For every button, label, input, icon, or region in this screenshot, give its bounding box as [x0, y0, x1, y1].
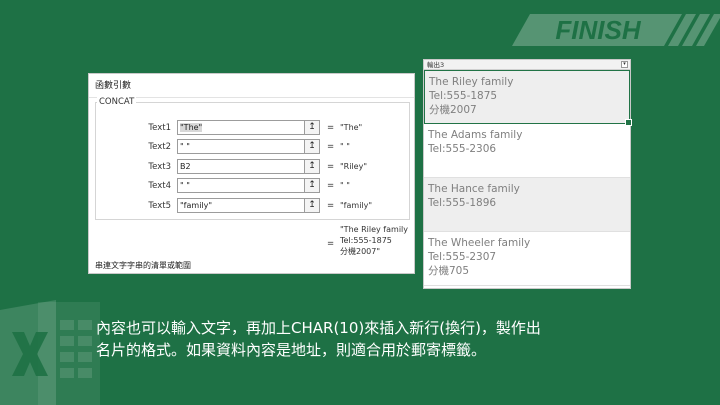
cell-line: Tel:555-2306	[428, 143, 497, 155]
cell-wheeler[interactable]: The Wheeler family Tel:555-2307 分機705	[424, 232, 630, 286]
cell-hance[interactable]: The Hance family Tel:555-1896	[424, 178, 630, 232]
spreadsheet-cells-panel: 輸出3 ▾ The Riley family Tel:555-1875 分機20…	[423, 59, 632, 289]
result-line: 分機2007"	[340, 247, 381, 256]
cell-line: The Hance family	[428, 183, 520, 195]
input-text: " "	[180, 142, 190, 151]
cell-line: 分機2007	[429, 104, 477, 116]
function-description: 串連文字字串的清單或範圍	[95, 261, 191, 270]
input-text: " "	[180, 181, 190, 190]
collapse-dialog-icon[interactable]: ↥	[305, 178, 320, 193]
function-arguments-dialog: 函數引數 CONCAT Text1 "The" ↥ = "The" Text2 …	[88, 73, 415, 274]
selected-text: "The"	[180, 123, 203, 132]
collapse-dialog-icon[interactable]: ↥	[305, 120, 320, 135]
total-equals-sign: =	[327, 239, 335, 249]
arg-row-text3: Text3 B2 ↥ = "Riley"	[89, 159, 416, 175]
cell-adams[interactable]: The Adams family Tel:555-2306	[424, 124, 630, 178]
function-name: CONCAT	[97, 97, 137, 107]
equals-sign: =	[327, 123, 335, 133]
caption-line-1: 內容也可以輸入文字，再加上CHAR(10)來插入新行(換行)，製作出	[96, 319, 541, 337]
caption-line-2: 名片的格式。如果資料內容是地址，則適合用於郵寄標籤。	[96, 341, 487, 359]
formula-result: "The Riley family Tel:555-1875 分機2007"	[340, 224, 408, 257]
dialog-title: 函數引數	[89, 74, 414, 98]
arg-result: " "	[340, 181, 350, 190]
excel-x-logo-icon	[0, 300, 100, 405]
arg-result: " "	[340, 142, 350, 151]
arg-row-text5: Text5 "family" ↥ = "family"	[89, 198, 416, 214]
arg-result: "Riley"	[340, 162, 368, 171]
finish-banner: FINISH	[512, 14, 720, 46]
arg-row-text2: Text2 " " ↥ = " "	[89, 139, 416, 155]
arg-input-text5[interactable]: "family"	[177, 198, 305, 213]
dropdown-arrow-icon[interactable]: ▾	[621, 61, 628, 68]
collapse-dialog-icon[interactable]: ↥	[305, 159, 320, 174]
cell-line: Tel:555-1875	[429, 90, 498, 102]
cell-line: Tel:555-1896	[428, 197, 497, 209]
arg-label: Text5	[148, 201, 171, 211]
column-header: 輸出3 ▾	[424, 60, 630, 70]
cell-line: 分機705	[428, 265, 470, 277]
arg-label: Text1	[148, 123, 171, 133]
cell-riley[interactable]: The Riley family Tel:555-1875 分機2007	[424, 70, 632, 126]
equals-sign: =	[327, 142, 335, 152]
arg-input-text3[interactable]: B2	[177, 159, 305, 174]
result-line: Tel:555-1875	[340, 236, 392, 245]
finish-text: FINISH	[555, 15, 641, 45]
input-text: "family"	[180, 201, 213, 210]
cell-line: The Riley family	[429, 76, 514, 88]
collapse-dialog-icon[interactable]: ↥	[305, 139, 320, 154]
input-text: B2	[180, 162, 191, 171]
arg-label: Text2	[148, 142, 171, 152]
equals-sign: =	[327, 181, 335, 191]
arg-row-text4: Text4 " " ↥ = " "	[89, 178, 416, 194]
cell-line: Tel:555-2307	[428, 251, 497, 263]
cell-line: The Adams family	[428, 129, 523, 141]
arg-label: Text3	[148, 162, 171, 172]
arg-result: "The"	[340, 123, 363, 132]
equals-sign: =	[327, 162, 335, 172]
arg-input-text1[interactable]: "The"	[177, 120, 305, 135]
arg-input-text4[interactable]: " "	[177, 178, 305, 193]
arg-label: Text4	[148, 181, 171, 191]
column-header-label: 輸出3	[427, 61, 445, 69]
arg-input-text2[interactable]: " "	[177, 139, 305, 154]
caption-text: 內容也可以輸入文字，再加上CHAR(10)來插入新行(換行)，製作出 名片的格式…	[96, 317, 636, 361]
arg-result: "family"	[340, 201, 373, 210]
cell-line: The Wheeler family	[428, 237, 531, 249]
collapse-dialog-icon[interactable]: ↥	[305, 198, 320, 213]
arg-row-text1: Text1 "The" ↥ = "The"	[89, 120, 416, 136]
equals-sign: =	[327, 201, 335, 211]
result-line: "The Riley family	[340, 225, 408, 234]
